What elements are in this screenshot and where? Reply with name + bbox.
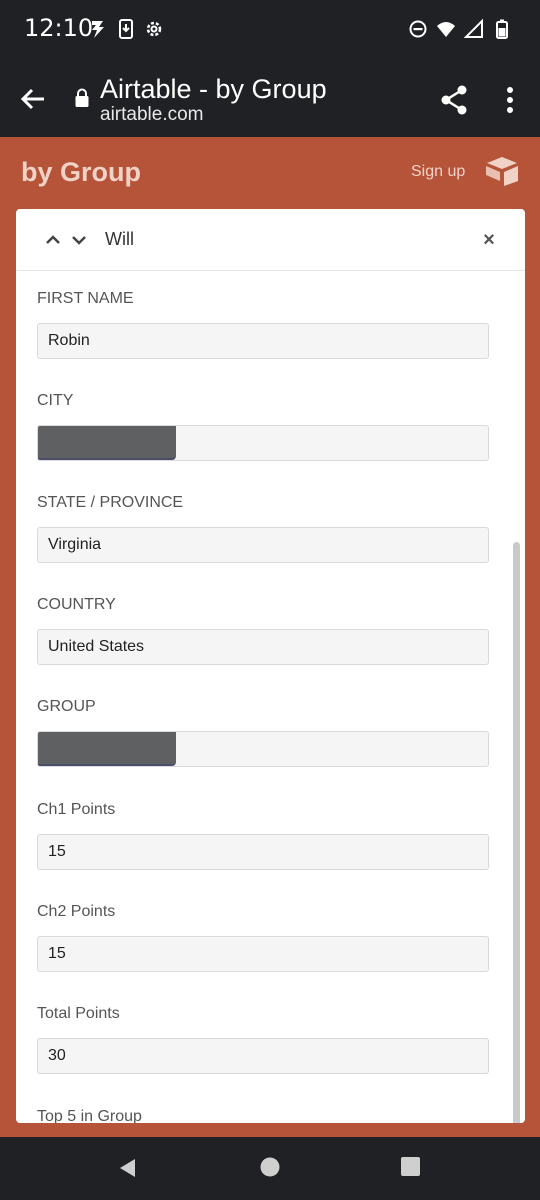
nav-home-icon[interactable] xyxy=(260,1157,280,1177)
status-time: 12:10 xyxy=(24,14,94,42)
nav-back-icon[interactable] xyxy=(117,1157,139,1179)
back-arrow-icon[interactable] xyxy=(18,84,48,114)
field-label: Ch2 Points xyxy=(37,903,116,920)
field-value[interactable] xyxy=(37,731,489,767)
signup-link[interactable]: Sign up xyxy=(411,163,465,181)
record-fields[interactable]: FIRST NAME Robin CITY STATE / PROVINCE V… xyxy=(16,272,525,1123)
record-name: Will xyxy=(105,229,134,249)
field-value[interactable]: Virginia xyxy=(37,527,489,563)
browser-toolbar: Airtable - by Group airtable.com xyxy=(0,60,540,137)
more-options-icon[interactable] xyxy=(498,84,522,116)
field-label: STATE / PROVINCE xyxy=(37,494,184,511)
nav-recents-icon[interactable] xyxy=(401,1157,420,1176)
field-top5-in-group: Top 5 in Group xyxy=(37,1107,489,1123)
record-card: Will × FIRST NAME Robin CITY STATE / PRO… xyxy=(16,209,525,1123)
wifi-icon xyxy=(437,22,455,37)
field-value[interactable]: United States xyxy=(37,629,489,665)
chevron-up-icon[interactable] xyxy=(44,231,62,249)
dnd-icon xyxy=(409,20,427,38)
view-title: by Group xyxy=(21,157,141,187)
redaction-block xyxy=(38,426,176,460)
battery-icon xyxy=(496,19,508,39)
field-value[interactable]: 15 xyxy=(37,936,489,972)
field-label: CITY xyxy=(37,392,74,409)
status-bar: 12:10 xyxy=(0,0,540,60)
app-area: by Group Sign up Will × FIRST NAME Robin… xyxy=(0,137,540,1137)
close-record-button[interactable]: × xyxy=(478,229,500,251)
field-value[interactable] xyxy=(37,425,489,461)
field-value[interactable]: Robin xyxy=(37,323,489,359)
download-icon xyxy=(119,19,133,39)
field-ch2-points: Ch2 Points 15 xyxy=(37,902,489,972)
field-city: CITY xyxy=(37,391,489,461)
field-ch1-points: Ch1 Points 15 xyxy=(37,800,489,870)
system-nav-bar xyxy=(0,1137,540,1200)
field-value[interactable]: 30 xyxy=(37,1038,489,1074)
field-label: GROUP xyxy=(37,698,96,715)
field-label: Ch1 Points xyxy=(37,801,116,818)
redaction-block xyxy=(38,732,176,766)
field-label: COUNTRY xyxy=(37,596,116,613)
gear-icon xyxy=(146,21,162,37)
field-label: Total Points xyxy=(37,1005,120,1022)
field-total-points: Total Points 30 xyxy=(37,1004,489,1074)
field-first-name: FIRST NAME Robin xyxy=(37,289,489,359)
field-state-province: STATE / PROVINCE Virginia xyxy=(37,493,489,563)
scrollbar[interactable] xyxy=(513,542,520,1123)
field-label: FIRST NAME xyxy=(37,290,134,307)
field-group: GROUP xyxy=(37,697,489,767)
airtable-logo-icon[interactable] xyxy=(484,155,520,187)
lock-icon xyxy=(75,88,89,107)
record-header: Will × xyxy=(16,209,525,271)
field-country: COUNTRY United States xyxy=(37,595,489,665)
share-icon[interactable] xyxy=(438,84,470,116)
chevron-down-icon[interactable] xyxy=(70,231,88,249)
page-title[interactable]: Airtable - by Group xyxy=(100,74,327,105)
lightning-icon xyxy=(92,21,104,38)
field-value[interactable]: 15 xyxy=(37,834,489,870)
field-label: Top 5 in Group xyxy=(37,1108,142,1123)
page-url[interactable]: airtable.com xyxy=(100,104,204,126)
signal-icon xyxy=(464,18,483,38)
